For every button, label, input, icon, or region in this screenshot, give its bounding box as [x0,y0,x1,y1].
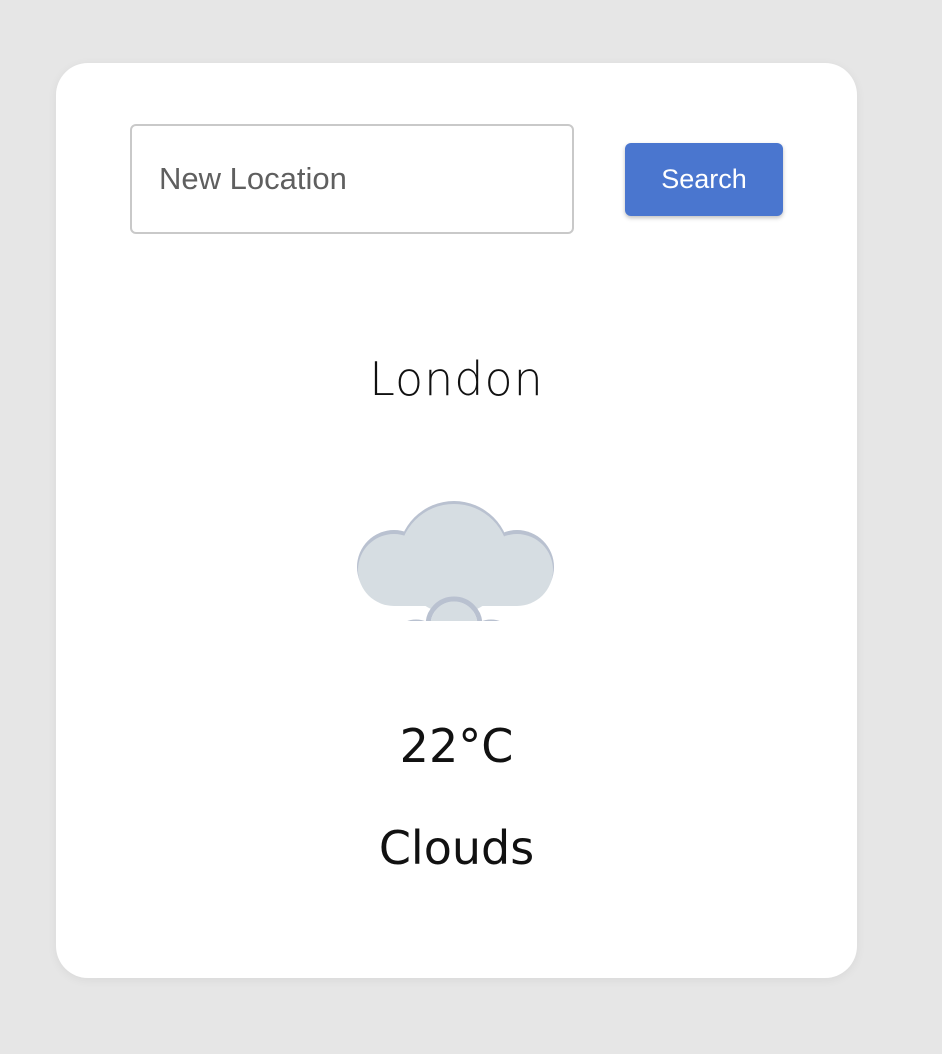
cloud-icon [356,497,556,669]
city-name: London [369,352,544,406]
weather-card: Search London 22°C Clouds [56,63,857,978]
search-button[interactable]: Search [625,143,783,216]
temperature: 22°C [399,719,514,773]
location-search-input[interactable] [130,124,574,234]
weather-condition: Clouds [378,821,535,875]
